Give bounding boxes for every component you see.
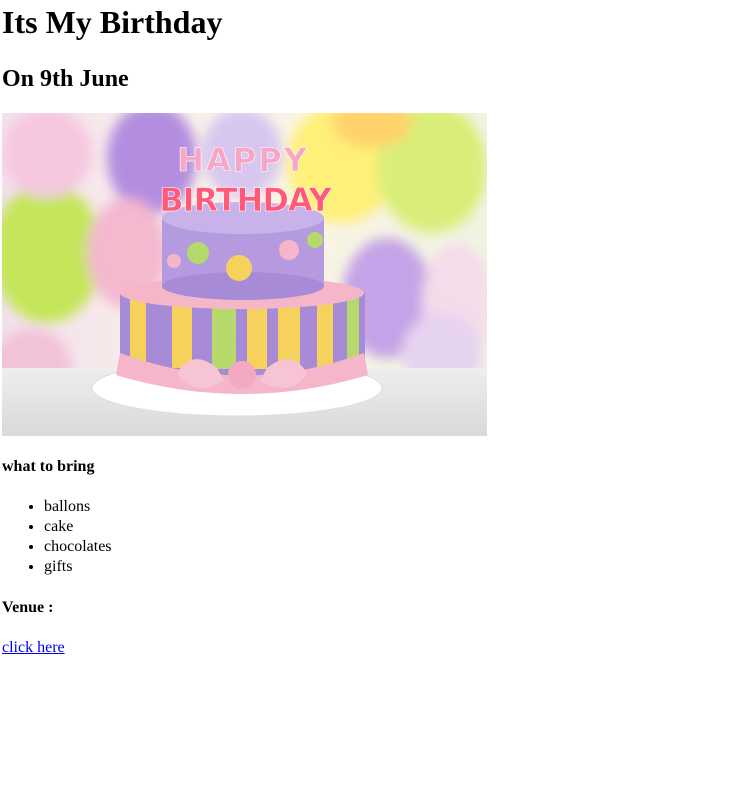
candle-text-happy: HAPPY xyxy=(177,141,309,179)
page-title: Its My Birthday xyxy=(2,4,223,40)
list-item: chocolates xyxy=(44,537,112,557)
venue-link[interactable]: click here xyxy=(2,638,65,657)
date-subtitle: On 9th June xyxy=(2,66,129,92)
bring-heading: what to bring xyxy=(2,458,95,475)
list-item: cake xyxy=(44,517,112,537)
cake-illustration: HAPPY BIRTHDAY xyxy=(2,113,487,436)
venue-heading: Venue : xyxy=(2,599,54,616)
birthday-cake-image: HAPPY BIRTHDAY xyxy=(2,113,487,436)
list-item: gifts xyxy=(44,557,112,577)
list-item: ballons xyxy=(44,497,112,517)
bring-list: ballons cake chocolates gifts xyxy=(2,497,112,577)
candle-text-birthday: BIRTHDAY xyxy=(159,181,332,219)
